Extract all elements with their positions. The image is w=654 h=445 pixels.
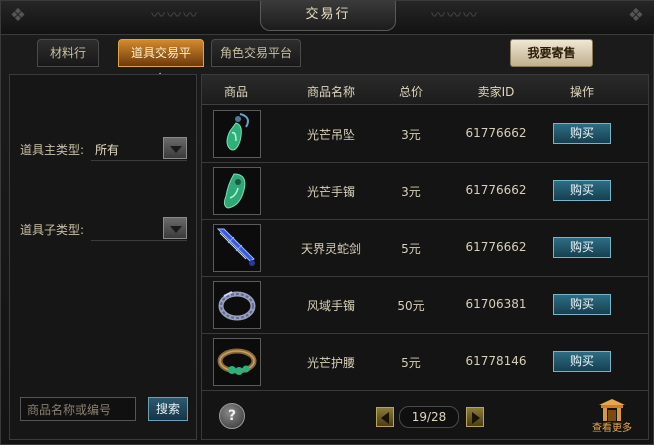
- dropdown-arrow-icon[interactable]: [163, 217, 187, 239]
- main-type-label: 道具主类型:: [20, 143, 85, 157]
- corner-ornament-icon: ❖: [627, 5, 645, 26]
- item-name: 光芒手镯: [306, 185, 355, 199]
- col-header-name: 商品名称: [306, 85, 355, 99]
- sub-type-select[interactable]: [91, 217, 187, 241]
- table-row: 天界灵蛇剑 5元 61776662 购买: [202, 220, 648, 277]
- buy-button[interactable]: 购买: [553, 351, 611, 372]
- window-title: 交易行: [260, 1, 396, 31]
- tab-item-trade[interactable]: 道具交易平台: [118, 39, 204, 86]
- title-bar: ❖ 〰〰〰 交易行 〰〰〰 ❖: [1, 1, 654, 35]
- col-header-item: 商品: [223, 85, 248, 99]
- bangle-icon: [213, 281, 261, 329]
- help-icon[interactable]: ?: [219, 403, 245, 429]
- table-header: 商品 商品名称 总价 卖家ID 操作: [202, 75, 648, 105]
- item-price: 3元: [401, 128, 421, 142]
- col-header-action: 操作: [569, 85, 594, 99]
- filter-panel: 道具主类型: 所有 道具子类型: 商品名称或编号 搜索: [9, 74, 197, 440]
- prev-page-button[interactable]: [376, 407, 394, 427]
- seller-id: 61706381: [465, 297, 527, 311]
- item-price: 5元: [401, 242, 421, 256]
- consign-button[interactable]: 我要寄售: [510, 39, 593, 67]
- buy-button[interactable]: 购买: [553, 294, 611, 315]
- item-name: 光芒护腰: [306, 356, 355, 370]
- seller-id: 61776662: [465, 240, 527, 254]
- table-row: 光芒手镯 3元 61776662 购买: [202, 163, 648, 220]
- dragon-ornament-icon: 〰〰〰: [151, 8, 199, 24]
- seller-id: 61778146: [465, 354, 527, 368]
- dragon-ornament-icon: 〰〰〰: [431, 8, 479, 24]
- see-more-button[interactable]: 查看更多: [589, 397, 635, 439]
- sword-icon: [213, 224, 261, 272]
- pendant-icon: [213, 110, 261, 158]
- main-type-value: 所有: [95, 143, 120, 157]
- col-header-price: 总价: [398, 85, 423, 99]
- corner-ornament-icon: ❖: [9, 5, 27, 26]
- seller-id: 61776662: [465, 126, 527, 140]
- item-price: 3元: [401, 185, 421, 199]
- trade-window: ❖ 〰〰〰 交易行 〰〰〰 ❖ 材料行 道具交易平台 角色交易平台 我要寄售 道…: [0, 0, 654, 445]
- tab-character-trade[interactable]: 角色交易平台: [211, 39, 301, 67]
- buy-button[interactable]: 购买: [553, 180, 611, 201]
- belt-icon: [213, 338, 261, 386]
- col-header-seller: 卖家ID: [477, 85, 515, 99]
- gate-icon: [597, 397, 627, 423]
- table-row: 光芒吊坠 3元 61776662 购买: [202, 106, 648, 163]
- table-row: 风域手镯 50元 61706381 购买: [202, 277, 648, 334]
- buy-button[interactable]: 购买: [553, 237, 611, 258]
- item-price: 50元: [397, 299, 425, 313]
- table-row: 光芒护腰 5元 61778146 购买: [202, 334, 648, 391]
- next-page-button[interactable]: [466, 407, 484, 427]
- tab-materials[interactable]: 材料行: [37, 39, 99, 67]
- bracelet-icon: [213, 167, 261, 215]
- buy-button[interactable]: 购买: [553, 123, 611, 144]
- seller-id: 61776662: [465, 183, 527, 197]
- page-indicator: 19/28: [399, 406, 459, 428]
- search-button[interactable]: 搜索: [148, 397, 188, 421]
- search-input[interactable]: 商品名称或编号: [20, 397, 136, 421]
- see-more-label: 查看更多: [592, 423, 632, 434]
- item-name: 光芒吊坠: [306, 128, 355, 142]
- item-price: 5元: [401, 356, 421, 370]
- item-name: 风域手镯: [306, 299, 355, 313]
- item-name: 天界灵蛇剑: [300, 242, 361, 256]
- sub-type-label: 道具子类型:: [20, 223, 85, 237]
- dropdown-arrow-icon[interactable]: [163, 137, 187, 159]
- main-type-select[interactable]: 所有: [91, 137, 187, 161]
- item-table: 商品 商品名称 总价 卖家ID 操作 光芒吊坠 3元 61776662 购买 光…: [201, 74, 649, 440]
